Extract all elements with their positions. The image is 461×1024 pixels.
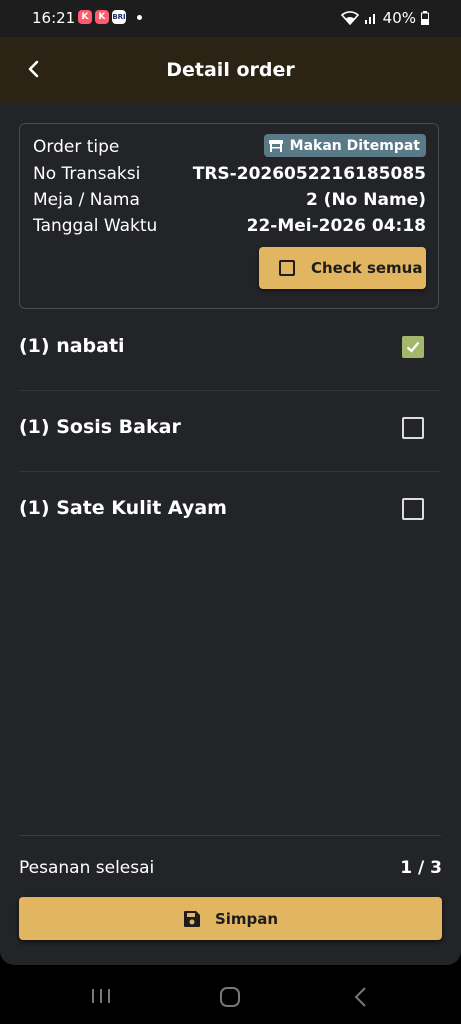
- save-button[interactable]: Simpan: [19, 897, 442, 940]
- order-type-badge: Makan Ditempat: [263, 134, 426, 157]
- datetime-row: Tanggal Waktu 22-Mei-2026 04:18: [33, 216, 426, 240]
- orders-done-count: 1 / 3: [400, 858, 442, 878]
- check-all-button[interactable]: Check semua: [259, 247, 426, 289]
- check-icon: [406, 341, 420, 353]
- checkbox-icon: [279, 260, 295, 276]
- recent-apps-icon[interactable]: [91, 987, 111, 1005]
- order-type-value: Makan Ditempat: [289, 137, 420, 154]
- item-checkbox[interactable]: [402, 498, 424, 520]
- home-icon[interactable]: [219, 986, 241, 1008]
- more-notifications-dot: [137, 14, 142, 20]
- order-type-row: Order tipe Makan Ditempat: [33, 134, 426, 161]
- table-value: 2 (No Name): [305, 190, 426, 210]
- page-title: Detail order: [166, 59, 295, 81]
- datetime-value: 22-Mei-2026 04:18: [246, 216, 426, 236]
- main-content: Order tipe Makan Ditempat No Transaksi T…: [0, 103, 461, 965]
- order-info-card: Order tipe Makan Ditempat No Transaksi T…: [19, 123, 439, 309]
- bri-app-icon: BRI: [112, 10, 126, 24]
- table-row: Meja / Nama 2 (No Name): [33, 190, 426, 214]
- app-bar: Detail order: [0, 37, 461, 103]
- item-name: (1) nabati: [19, 335, 125, 357]
- item-checkbox[interactable]: [402, 417, 424, 439]
- battery-icon: [421, 11, 429, 25]
- list-item[interactable]: (1) Sate Kulit Ayam: [19, 472, 441, 552]
- order-type-label: Order tipe: [33, 137, 120, 157]
- item-checkbox[interactable]: [402, 336, 424, 358]
- notification-icons: K K BRI: [78, 10, 142, 24]
- nav-back-icon[interactable]: [352, 986, 368, 1008]
- item-name: (1) Sosis Bakar: [19, 416, 181, 438]
- save-icon: [183, 910, 200, 927]
- orders-done-label: Pesanan selesai: [19, 858, 155, 878]
- divider: [19, 835, 441, 836]
- transaction-label: No Transaksi: [33, 164, 141, 184]
- list-item[interactable]: (1) Sosis Bakar: [19, 391, 441, 472]
- check-all-label: Check semua: [311, 259, 423, 277]
- app-notification-icon: K: [95, 10, 109, 24]
- status-right: 40%: [340, 9, 429, 27]
- status-time: 16:21: [32, 9, 76, 27]
- signal-icon: [364, 14, 375, 24]
- save-label: Simpan: [214, 909, 279, 928]
- transaction-row: No Transaksi TRS-2026052216185085: [33, 164, 426, 188]
- battery-percent: 40%: [382, 9, 416, 27]
- item-name: (1) Sate Kulit Ayam: [19, 497, 227, 519]
- status-bar: 16:21 K K BRI 40%: [0, 0, 461, 37]
- table-label: Meja / Nama: [33, 190, 140, 210]
- transaction-value: TRS-2026052216185085: [192, 164, 426, 184]
- app-notification-icon: K: [78, 10, 92, 24]
- table-icon: [268, 139, 283, 152]
- system-nav-bar: [0, 965, 461, 1024]
- wifi-icon: [340, 11, 359, 25]
- datetime-label: Tanggal Waktu: [33, 216, 158, 236]
- list-item[interactable]: (1) nabati: [19, 310, 441, 391]
